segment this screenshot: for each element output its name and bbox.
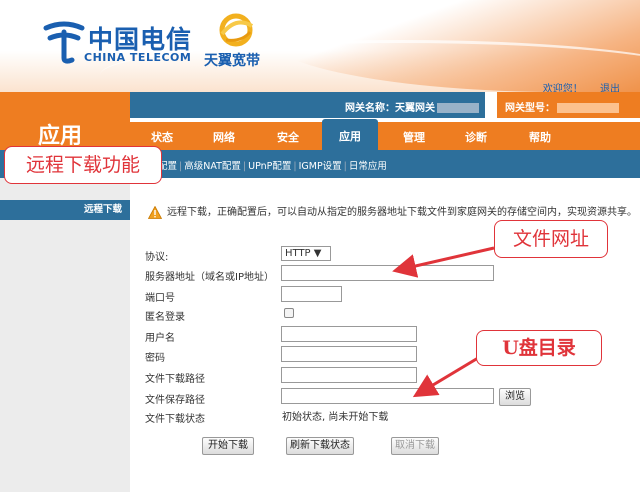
annotation-remote-download-feature: 远程下载功能 bbox=[4, 146, 162, 184]
annotation-u-disk-dir: U盘目录 bbox=[476, 330, 602, 366]
annotation-file-url: 文件网址 bbox=[494, 220, 608, 258]
arrow-to-server-input bbox=[392, 246, 495, 278]
